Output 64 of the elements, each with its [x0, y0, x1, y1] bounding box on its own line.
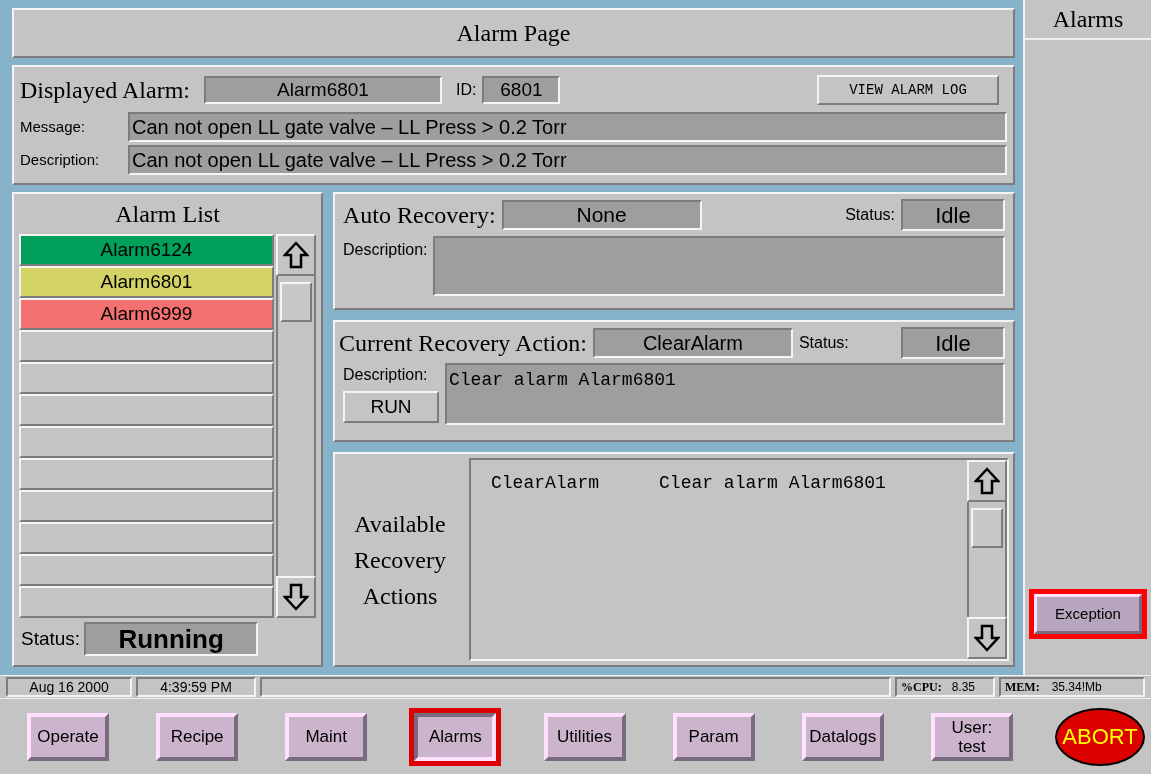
- auto-recovery-label: Auto Recovery:: [343, 201, 496, 230]
- memory-display: MEM: 35.34!Mb: [999, 677, 1145, 697]
- empty-list-row[interactable]: [19, 522, 274, 554]
- abort-button[interactable]: ABORT: [1055, 707, 1145, 766]
- message-field: Can not open LL gate valve – LL Press > 0.2 Torr: [128, 112, 1007, 142]
- empty-list-row[interactable]: [19, 490, 274, 522]
- alarm-list-status-label: Status:: [20, 626, 81, 651]
- id-label: ID:: [455, 80, 477, 100]
- scroll-thumb[interactable]: [971, 508, 1003, 548]
- alarm-list-item[interactable]: Alarm6801: [19, 266, 274, 298]
- empty-list-row[interactable]: [19, 586, 274, 618]
- alarm-list-item[interactable]: Alarm6999: [19, 298, 274, 330]
- nav-button[interactable]: Alarms: [414, 712, 497, 761]
- empty-list-row[interactable]: [19, 394, 274, 426]
- empty-list-row[interactable]: [19, 330, 274, 362]
- auto-recovery-status-field: Idle: [901, 199, 1005, 231]
- scroll-down-button[interactable]: [967, 617, 1007, 659]
- description-field: Can not open LL gate valve – LL Press > 0.2 Torr: [128, 145, 1007, 175]
- alarm-list-status-field: Running: [84, 622, 259, 656]
- run-button[interactable]: RUN: [343, 391, 439, 423]
- up-arrow-icon: [974, 467, 1000, 495]
- down-arrow-icon: [283, 583, 309, 611]
- alarm-list-item[interactable]: Alarm6124: [19, 234, 274, 266]
- up-arrow-icon: [283, 241, 309, 269]
- nav-button[interactable]: User: test: [930, 712, 1013, 761]
- nav-button[interactable]: Recipe: [156, 712, 239, 761]
- displayed-alarm-label: Displayed Alarm:: [20, 76, 190, 105]
- auto-recovery-field: None: [501, 200, 702, 230]
- empty-list-row[interactable]: [19, 554, 274, 586]
- down-arrow-icon: [974, 624, 1000, 652]
- current-recovery-description-label: Description:: [343, 365, 429, 385]
- exception-button[interactable]: Exception: [1034, 594, 1142, 634]
- current-recovery-label: Current Recovery Action:: [339, 329, 587, 358]
- side-panel-title: Alarms: [1025, 0, 1151, 40]
- alarm-name-field: Alarm6801: [203, 76, 442, 104]
- nav-button[interactable]: Param: [672, 712, 755, 761]
- current-recovery-status-field: Idle: [901, 327, 1005, 359]
- scroll-thumb[interactable]: [280, 282, 312, 322]
- available-actions-title: Available Recovery Actions: [353, 509, 447, 611]
- auto-recovery-description-label: Description:: [343, 240, 428, 260]
- current-recovery-description-field: Clear alarm Alarm6801: [445, 363, 1005, 425]
- view-alarm-log-button[interactable]: VIEW ALARM LOG: [817, 75, 999, 105]
- empty-list-row[interactable]: [19, 458, 274, 490]
- alarm-id-field: 6801: [482, 76, 561, 104]
- nav-button[interactable]: Utilities: [543, 712, 626, 761]
- nav-button[interactable]: Maint: [285, 712, 368, 761]
- description-label: Description:: [20, 149, 101, 170]
- nav-button[interactable]: Datalogs: [801, 712, 884, 761]
- nav-button[interactable]: Operate: [27, 712, 109, 761]
- recovery-action-row[interactable]: ClearAlarm Clear alarm Alarm6801: [491, 470, 967, 497]
- alarm-list-title: Alarm List: [114, 200, 221, 229]
- current-recovery-status-label: Status:: [798, 333, 849, 353]
- empty-list-row[interactable]: [19, 362, 274, 394]
- date-display: Aug 16 2000: [6, 677, 132, 697]
- auto-recovery-status-label: Status:: [845, 205, 895, 225]
- current-recovery-field: ClearAlarm: [592, 328, 793, 358]
- scroll-up-button[interactable]: [276, 234, 316, 276]
- empty-list-row[interactable]: [19, 426, 274, 458]
- scroll-down-button[interactable]: [276, 576, 316, 618]
- scroll-up-button[interactable]: [967, 460, 1007, 502]
- cpu-display: %CPU: 8.35: [895, 677, 995, 697]
- time-display: 4:39:59 PM: [136, 677, 256, 697]
- page-title: Alarm Page: [12, 8, 1015, 58]
- message-label: Message:: [20, 116, 87, 137]
